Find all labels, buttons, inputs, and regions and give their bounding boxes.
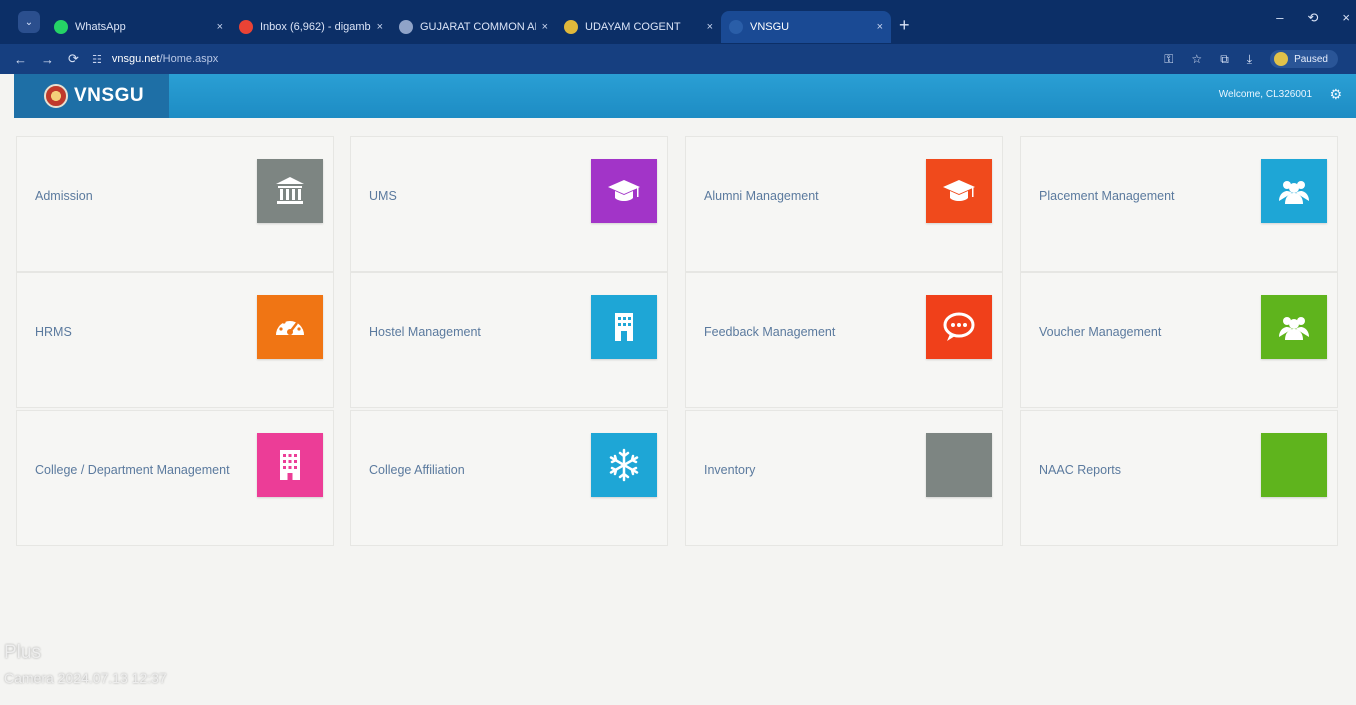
module-tile[interactable]: Voucher Management [1020, 272, 1338, 408]
blank-icon[interactable] [1261, 433, 1327, 497]
dashboard-icon[interactable] [257, 295, 323, 359]
module-label[interactable]: College / Department Management [35, 463, 230, 477]
module-tile[interactable]: Feedback Management [685, 272, 1003, 408]
module-tile[interactable]: HRMS [16, 272, 334, 408]
module-tile[interactable]: Inventory [685, 410, 1003, 546]
module-tile[interactable]: College Affiliation [350, 410, 668, 546]
chat-icon[interactable] [926, 295, 992, 359]
module-label[interactable]: Inventory [704, 463, 755, 477]
module-label[interactable]: NAAC Reports [1039, 463, 1121, 477]
users-icon[interactable] [1261, 295, 1327, 359]
module-tile[interactable]: NAAC Reports [1020, 410, 1338, 546]
module-label[interactable]: Voucher Management [1039, 325, 1161, 339]
graduation-cap-icon[interactable] [926, 159, 992, 223]
module-label[interactable]: Hostel Management [369, 325, 481, 339]
module-tile[interactable]: College / Department Management [16, 410, 334, 546]
module-label[interactable]: UMS [369, 189, 397, 203]
bank-icon[interactable] [257, 159, 323, 223]
module-label[interactable]: College Affiliation [369, 463, 465, 477]
module-tile[interactable]: Hostel Management [350, 272, 668, 408]
module-label[interactable]: Admission [35, 189, 93, 203]
camera-watermark-brand: Plus [4, 642, 41, 663]
module-grid: Admission UMS Alumni Management Placement M… [0, 0, 1356, 705]
snowflake-icon[interactable] [591, 433, 657, 497]
module-tile[interactable]: Alumni Management [685, 136, 1003, 272]
module-label[interactable]: HRMS [35, 325, 72, 339]
module-label[interactable]: Alumni Management [704, 189, 819, 203]
module-tile[interactable]: UMS [350, 136, 668, 272]
module-tile[interactable]: Admission [16, 136, 334, 272]
module-label[interactable]: Feedback Management [704, 325, 835, 339]
blank-icon[interactable] [926, 433, 992, 497]
module-label[interactable]: Placement Management [1039, 189, 1175, 203]
graduation-cap-icon[interactable] [591, 159, 657, 223]
building-icon[interactable] [591, 295, 657, 359]
camera-watermark-timestamp: Camera 2024.07.13 12:37 [4, 670, 167, 686]
module-tile[interactable]: Placement Management [1020, 136, 1338, 272]
office-icon[interactable] [257, 433, 323, 497]
users-icon[interactable] [1261, 159, 1327, 223]
